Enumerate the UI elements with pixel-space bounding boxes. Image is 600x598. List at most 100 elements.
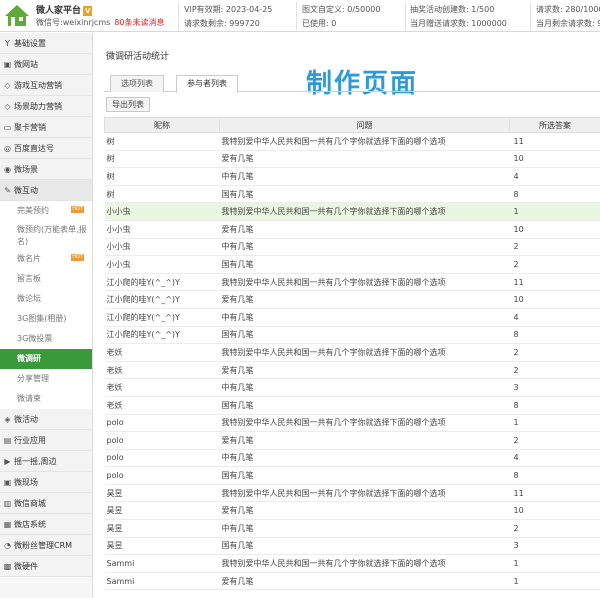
answer-cell: 1 (509, 414, 600, 433)
sidebar-sub-vote[interactable]: 3G微投票 (0, 329, 92, 349)
sidebar-sub-booking[interactable]: 完美预约 HOT (0, 201, 92, 221)
answer-cell: 10 (509, 290, 600, 309)
request-count: 请求数: 280/1000 (536, 5, 600, 14)
sidebar-item-shake[interactable]: ▶ 摇一摇,周边 (0, 451, 92, 472)
hardware-icon: ▩ (3, 562, 12, 571)
table-row: polo 我特别爱中华人民共和国一共有几个字你就选择下面的哪个选项 1 (104, 414, 600, 433)
nickname-cell: 小小虫 (104, 202, 220, 221)
table-row: 树爱有几笔 10 (104, 150, 600, 169)
monthly-remaining: 当月剩余请求数: 99 (536, 19, 600, 28)
question-cell: 中有几笔 (219, 308, 510, 327)
main-content: 微调研活动统计 制作页面 选项列表 参与者列表 导出列表 昵称 问题 所选答案 … (94, 33, 600, 598)
sidebar-item-micro-activity[interactable]: ◈ 微活动 (0, 409, 92, 430)
nickname-cell: polo (104, 449, 220, 468)
table-row: 小小虫 我特别爱中华人民共和国一共有几个字你就选择下面的哪个选项 1 (104, 202, 600, 221)
nickname-cell: 江小爬的哇Y(^_^)Y (104, 326, 220, 345)
table-row: 小小虫 国有几笔 2 (104, 255, 600, 274)
sidebar-sub-invitation[interactable]: 微请柬 (0, 389, 92, 409)
question-cell: 国有几笔 (219, 255, 510, 274)
nickname-cell: polo (104, 431, 220, 450)
sidebar-item-scene-marketing[interactable]: ◇ 场景助力营销 (0, 96, 92, 117)
answer-cell: 11 (509, 484, 600, 503)
brand-name: 微人家平台 V (36, 6, 93, 16)
nickname-cell: polo (104, 414, 220, 433)
baidu-icon: ◎ (4, 144, 11, 153)
table-row: 树中有几笔 4 (104, 167, 600, 186)
table-row: 江小爬的哇Y(^_^)Y 国有几笔 8 (104, 326, 600, 345)
sidebar-item-micro-interaction[interactable]: ✎ 微互动 (0, 180, 92, 201)
column-header-nickname: 昵称 (104, 117, 220, 133)
sidebar-item-game-marketing[interactable]: ◇ 游戏互动营销 (0, 75, 92, 96)
wechat-account: 微信号:weixinrjcms 80条未读消息 (36, 18, 165, 27)
table-row: Sammi 爱有几笔 1 (104, 572, 600, 591)
custom-articles: 图文自定义: 0/50000 (302, 5, 381, 14)
answer-cell: 1 (509, 202, 600, 221)
shake-icon: ▶ (4, 457, 11, 466)
answer-cell: 2 (509, 255, 600, 274)
tab-participant-list[interactable]: 参与者列表 (176, 75, 238, 93)
sidebar-sub-forum[interactable]: 微论坛 (0, 289, 92, 309)
nickname-cell: 昊昱 (104, 484, 220, 503)
lottery-count: 抽奖活动创建数: 1/500 (410, 5, 495, 14)
sidebar-item-basic-settings[interactable]: Y 基础设置 (0, 33, 92, 54)
industry-icon: ▤ (3, 436, 12, 445)
table-row: 小小虫 中有几笔 2 (104, 238, 600, 257)
sidebar-sub-share-management[interactable]: 分享管理 (0, 369, 92, 389)
activity-icon: ◈ (4, 415, 11, 424)
sidebar-item-crm[interactable]: ◔ 微粉丝管理CRM (0, 535, 92, 556)
question-cell: 爱有几笔 (219, 361, 510, 380)
question-cell: 我特别爱中华人民共和国一共有几个字你就选择下面的哪个选项 (219, 343, 510, 362)
question-cell: 国有几笔 (219, 396, 510, 415)
nickname-cell: 老妖 (104, 378, 220, 397)
table-header-row: 昵称 问题 所选答案 (104, 117, 600, 133)
answer-cell: 11 (509, 273, 600, 292)
nickname-cell: 老妖 (104, 396, 220, 415)
sidebar-sub-business-card[interactable]: 微名片 HOT (0, 249, 92, 269)
table-row: 江小爬的哇Y(^_^)Y 我特别爱中华人民共和国一共有几个字你就选择下面的哪个选项… (104, 273, 600, 292)
requests-remaining: 请求数剩余: 999720 (184, 19, 260, 28)
sidebar-item-industry-apps[interactable]: ▤ 行业应用 (0, 430, 92, 451)
nickname-cell: 昊昱 (104, 501, 220, 521)
answer-cell: 8 (509, 396, 600, 415)
sidebar-item-micro-scene[interactable]: ◉ 微场景 (0, 159, 92, 180)
sidebar-item-mall[interactable]: ▥ 微信商城 (0, 493, 92, 514)
tab-option-list[interactable]: 选项列表 (110, 75, 164, 92)
answer-cell: 4 (509, 449, 600, 468)
nickname-cell: 小小虫 (104, 255, 220, 274)
sidebar-item-card-marketing[interactable]: ▭ 聚卡营销 (0, 117, 92, 138)
sidebar-item-baidu[interactable]: ◎ 百度直达号 (0, 138, 92, 159)
answer-cell: 10 (509, 501, 600, 521)
answer-cell: 1 (509, 554, 600, 573)
unread-messages-link[interactable]: 80条未读消息 (114, 18, 164, 27)
table-row: 昊昱 我特别爱中华人民共和国一共有几个字你就选择下面的哪个选项 11 (104, 484, 600, 503)
sidebar-item-live[interactable]: ▣ 微现场 (0, 472, 92, 493)
nickname-cell: 树 (104, 167, 220, 186)
question-cell: 国有几笔 (219, 326, 510, 345)
sidebar-item-micro-site[interactable]: ▣ 微网站 (0, 54, 92, 75)
nickname-cell: polo (104, 466, 220, 485)
answer-cell: 8 (509, 326, 600, 345)
vip-expiry: VIP有效期: 2023-04-25 (184, 5, 273, 14)
vip-badge: V (83, 6, 93, 16)
sidebar-sub-form-booking[interactable]: 微预约(万能表单,报名) (0, 221, 92, 249)
nickname-cell: 江小爬的哇Y(^_^)Y (104, 308, 220, 327)
table-row: 老妖 我特别爱中华人民共和国一共有几个字你就选择下面的哪个选项 2 (104, 343, 600, 362)
table-row: 树国有几笔 8 (104, 185, 600, 204)
hot-badge: HOT (71, 254, 84, 261)
table-row: 老妖 国有几笔 8 (104, 396, 600, 415)
sidebar-item-hardware[interactable]: ▩ 微硬件 (0, 556, 92, 577)
sidebar-sub-survey[interactable]: 微调研 (0, 349, 92, 369)
sidebar-item-shop-system[interactable]: ▦ 微店系统 (0, 514, 92, 535)
question-cell: 爱有几笔 (219, 150, 510, 169)
question-cell: 我特别爱中华人民共和国一共有几个字你就选择下面的哪个选项 (219, 554, 510, 573)
answer-cell: 11 (509, 132, 600, 151)
answer-cell: 1 (509, 572, 600, 591)
settings-icon: Y (5, 39, 10, 48)
house-logo-icon (5, 5, 29, 26)
nickname-cell: 江小爬的哇Y(^_^)Y (104, 290, 220, 309)
sidebar-sub-gallery[interactable]: 3G图集(相册) (0, 309, 92, 329)
nickname-cell: 老妖 (104, 361, 220, 380)
export-list-button[interactable]: 导出列表 (106, 97, 150, 112)
used-count: 已使用: 0 (302, 19, 337, 28)
sidebar-sub-message-board[interactable]: 留言板 (0, 269, 92, 289)
